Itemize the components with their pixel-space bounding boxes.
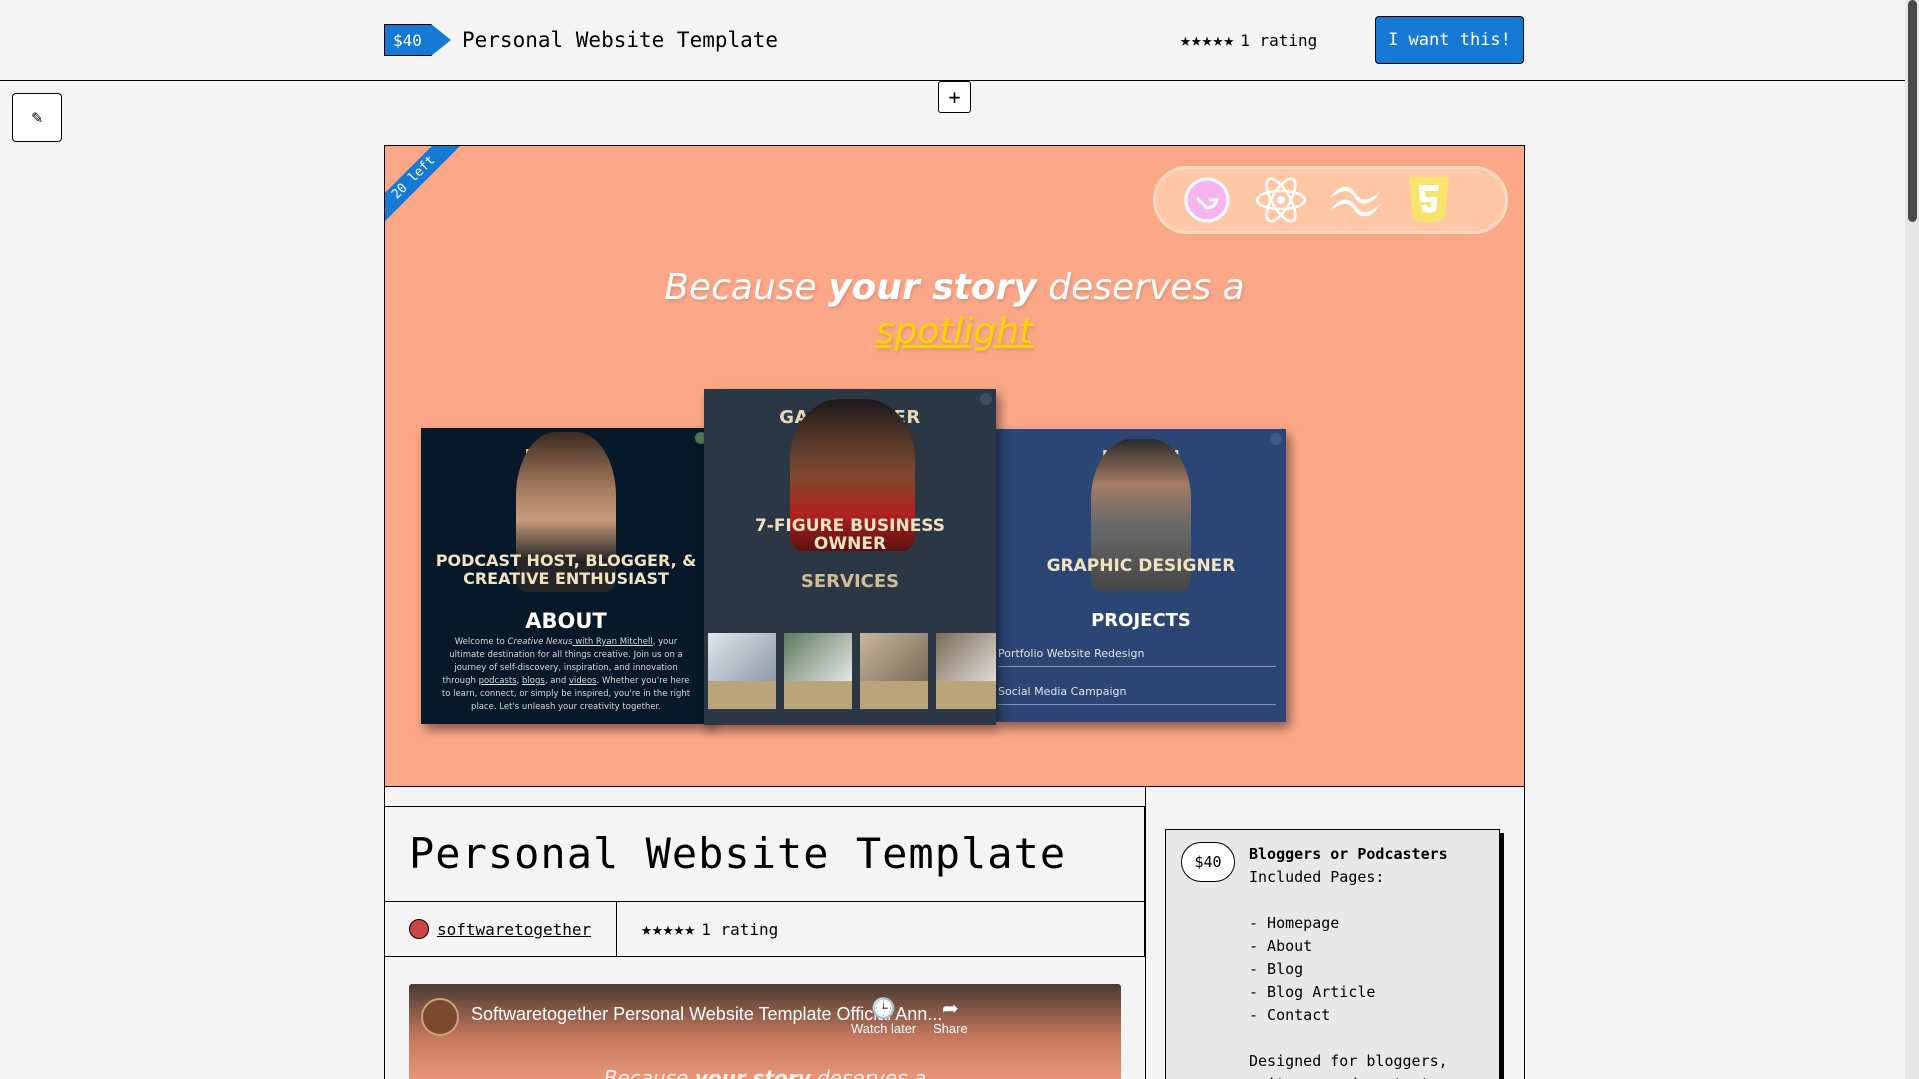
author-name[interactable]: softwaretogether: [437, 920, 591, 939]
share-label: Share: [933, 1021, 968, 1036]
pricing-option-box[interactable]: $40 Bloggers or Podcasters Included Page…: [1165, 829, 1500, 1079]
preview-paragraph: Welcome to Creative Nexus with Ryan Mitc…: [439, 636, 693, 714]
product-rating-text: 1 rating: [701, 919, 779, 939]
option-description: Bloggers or Podcasters Included Pages: -…: [1249, 843, 1489, 1079]
service-card: [784, 633, 852, 709]
video-embed[interactable]: Softwaretogether Personal Website Templa…: [409, 984, 1121, 1079]
product-card: 20 left Because your story deserves a sp…: [384, 145, 1525, 1079]
service-card: [860, 633, 928, 709]
html5-icon: [1401, 172, 1457, 228]
project-row: Social Media Campaign: [998, 685, 1276, 705]
option-body: Included Pages: - Homepage - About - Blo…: [1249, 868, 1448, 1079]
status-dot: [980, 393, 992, 405]
option-heading: Bloggers or Podcasters: [1249, 845, 1448, 863]
product-meta: softwaretogether ★★★★★ 1 rating: [385, 902, 1145, 957]
para-link-videos: videos: [568, 676, 597, 686]
para-italic: Creative Nexus: [507, 637, 573, 647]
preview-bold: your story: [694, 1066, 811, 1079]
price-tag-tip: [430, 24, 451, 56]
template-preview-about: RYA ELL PODCAST HOST, BLOGGER, & CREATIV…: [421, 428, 711, 724]
para-link-podcasts: podcasts: [478, 676, 517, 686]
headline-bold: your story: [828, 267, 1037, 308]
product-title: Personal Website Template: [409, 829, 1067, 878]
clock-icon: 🕒: [871, 998, 897, 1020]
share-button[interactable]: ➦ Share: [933, 996, 968, 1036]
header-rating[interactable]: ★★★★★ 1 rating: [1180, 30, 1317, 51]
service-card: [936, 633, 996, 709]
top-header: $40 Personal Website Template ★★★★★ 1 ra…: [0, 0, 1905, 81]
avatar: [409, 919, 429, 939]
channel-avatar[interactable]: [421, 998, 459, 1036]
preview-section: ABOUT: [525, 609, 607, 633]
preview-part2: deserves a: [810, 1066, 927, 1079]
headline-part1: Because: [664, 267, 829, 308]
template-preview-services: GABRI OSTER 7-FIGURE BUSINESS OWNER SERV…: [704, 389, 996, 725]
price-tag: $40: [384, 24, 451, 56]
star-rating-icon: ★★★★★: [1180, 30, 1235, 51]
headline-highlight: spotlight: [875, 311, 1034, 352]
watch-later-button[interactable]: 🕒 Watch later: [851, 996, 916, 1036]
para-sep: , and: [544, 676, 569, 686]
video-preview-text: Because your story deserves a: [409, 1066, 1121, 1079]
template-preview-projects: JOS ITH GRAPHIC DESIGNER PROJECTS Portfo…: [996, 429, 1286, 722]
hero-headline: Because your story deserves a spotlight: [385, 266, 1524, 354]
status-dot: [1270, 433, 1282, 445]
tailwind-icon: [1327, 172, 1383, 228]
stock-ribbon: 20 left: [385, 146, 460, 224]
para-link: with Ryan Mitchell: [572, 637, 653, 647]
para-link-blogs: blogs: [522, 676, 545, 686]
preview-section: PROJECTS: [1091, 610, 1191, 631]
preview-section: SERVICES: [800, 571, 900, 592]
add-section-button[interactable]: +: [938, 81, 971, 113]
gatsby-icon: [1179, 172, 1235, 228]
hero-cover-image: 20 left Because your story deserves a sp…: [385, 146, 1524, 787]
i-want-this-button[interactable]: I want this!: [1375, 16, 1524, 64]
header-title: Personal Website Template: [462, 28, 779, 52]
product-rating[interactable]: ★★★★★ 1 rating: [617, 902, 778, 956]
edit-button[interactable]: ✎: [12, 93, 62, 142]
preview-role: PODCAST HOST, BLOGGER, & CREATIVE ENTHUS…: [435, 551, 697, 588]
pencil-icon: ✎: [31, 107, 43, 128]
scrollbar-thumb[interactable]: [1908, 0, 1917, 222]
star-rating-icon: ★★★★★: [641, 918, 696, 940]
react-icon: [1253, 172, 1309, 228]
column-divider: [1145, 787, 1146, 1079]
price-tag-value: $40: [384, 24, 432, 56]
headline-part2: deserves a: [1036, 267, 1245, 308]
watch-later-label: Watch later: [851, 1021, 917, 1036]
option-price: $40: [1181, 842, 1235, 882]
share-icon: ➦: [941, 998, 959, 1020]
page-scrollbar[interactable]: [1905, 0, 1919, 1079]
service-card: [708, 633, 776, 709]
product-title-area: Personal Website Template: [385, 806, 1145, 902]
para-prefix: Welcome to: [454, 637, 508, 647]
project-row: Portfolio Website Redesign: [998, 647, 1276, 667]
service-thumbnails: [708, 633, 996, 709]
tech-stack-pill: [1153, 166, 1508, 234]
preview-part1: Because: [603, 1066, 695, 1079]
header-rating-text: 1 rating: [1240, 31, 1318, 50]
author-link[interactable]: softwaretogether: [385, 902, 617, 956]
preview-role: GRAPHIC DESIGNER: [1046, 556, 1236, 576]
preview-role: 7-FIGURE BUSINESS OWNER: [754, 516, 946, 554]
